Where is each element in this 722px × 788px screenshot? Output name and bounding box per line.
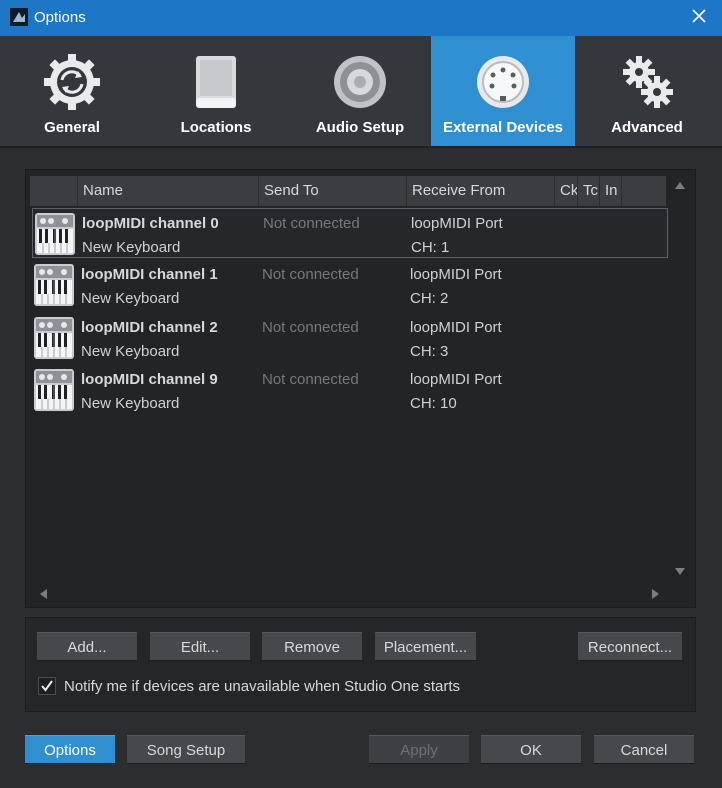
- send-to-value: Not connected: [263, 215, 360, 232]
- column-name[interactable]: Name: [78, 176, 259, 206]
- device-name: loopMIDI channel 9: [81, 371, 218, 388]
- reconnect-button[interactable]: Reconnect...: [578, 632, 682, 661]
- gears-icon: [623, 56, 673, 108]
- tab-label: General: [44, 119, 100, 136]
- device-name: loopMIDI channel 1: [81, 266, 218, 283]
- column-in[interactable]: In: [600, 176, 622, 206]
- tab-label: Advanced: [611, 119, 683, 136]
- channel-value: CH: 3: [410, 343, 449, 360]
- keyboard-device-icon: [34, 264, 74, 306]
- scroll-right-icon[interactable]: [651, 588, 661, 600]
- edit-button[interactable]: Edit...: [150, 632, 250, 661]
- checkmark-icon: [41, 680, 53, 692]
- tab-locations[interactable]: Locations: [144, 36, 288, 146]
- scroll-left-icon[interactable]: [38, 588, 48, 600]
- device-model: New Keyboard: [82, 239, 181, 256]
- sync-gear-icon: [44, 54, 100, 110]
- tab-label: Audio Setup: [315, 119, 405, 136]
- device-list[interactable]: Name Send To Receive From Ck Tc In loopM…: [25, 169, 696, 608]
- midi-port-icon: [477, 56, 529, 108]
- table-row[interactable]: loopMIDI channel 2 New Keyboard Not conn…: [32, 313, 668, 363]
- window-title: Options: [34, 9, 86, 26]
- table-row[interactable]: loopMIDI channel 9 New Keyboard Not conn…: [32, 365, 668, 415]
- receive-from-value: loopMIDI Port: [410, 371, 502, 388]
- drive-icon: [196, 56, 236, 108]
- send-to-value: Not connected: [262, 319, 359, 336]
- send-to-value: Not connected: [262, 371, 359, 388]
- remove-button[interactable]: Remove: [262, 632, 362, 661]
- column-tc[interactable]: Tc: [578, 176, 600, 206]
- column-spacer: [622, 176, 666, 206]
- ok-button[interactable]: OK: [481, 735, 581, 764]
- tab-label: Locations: [180, 119, 252, 136]
- channel-value: CH: 1: [411, 239, 450, 256]
- tab-external-devices[interactable]: External Devices: [431, 36, 575, 146]
- column-receive-from[interactable]: Receive From: [407, 176, 555, 206]
- tab-audio-setup[interactable]: Audio Setup: [288, 36, 432, 146]
- channel-value: CH: 2: [410, 290, 449, 307]
- close-icon[interactable]: [690, 7, 708, 25]
- device-model: New Keyboard: [81, 290, 180, 307]
- device-name: loopMIDI channel 2: [81, 319, 218, 336]
- column-send-to[interactable]: Send To: [259, 176, 407, 206]
- apply-button[interactable]: Apply: [369, 735, 469, 764]
- add-button[interactable]: Add...: [37, 632, 137, 661]
- cancel-button[interactable]: Cancel: [594, 735, 694, 764]
- keyboard-device-icon: [34, 317, 74, 359]
- receive-from-value: loopMIDI Port: [410, 266, 502, 283]
- title-bar: Options: [0, 0, 722, 36]
- notify-label: Notify me if devices are unavailable whe…: [64, 678, 461, 695]
- keyboard-device-icon: [34, 369, 74, 411]
- column-ck[interactable]: Ck: [555, 176, 578, 206]
- tab-label: External Devices: [442, 119, 564, 136]
- keyboard-device-icon: [35, 213, 75, 255]
- device-model: New Keyboard: [81, 395, 180, 412]
- table-row[interactable]: loopMIDI channel 1 New Keyboard Not conn…: [32, 260, 668, 310]
- speaker-icon: [334, 56, 386, 108]
- send-to-value: Not connected: [262, 266, 359, 283]
- scroll-up-icon[interactable]: [674, 180, 686, 190]
- placement-button[interactable]: Placement...: [375, 632, 476, 661]
- device-list-header: Name Send To Receive From Ck Tc In: [30, 176, 666, 206]
- device-name: loopMIDI channel 0: [82, 215, 219, 232]
- device-model: New Keyboard: [81, 343, 180, 360]
- studio-one-app-icon: [10, 8, 28, 26]
- channel-value: CH: 10: [410, 395, 457, 412]
- options-button[interactable]: Options: [25, 735, 115, 764]
- song-setup-button[interactable]: Song Setup: [127, 735, 245, 764]
- column-icon: [30, 176, 78, 206]
- options-tab-strip: General Locations Audio Setup External D…: [0, 36, 722, 146]
- tab-advanced[interactable]: Advanced: [575, 36, 719, 146]
- receive-from-value: loopMIDI Port: [410, 319, 502, 336]
- tab-general[interactable]: General: [0, 36, 144, 146]
- scroll-down-icon[interactable]: [674, 567, 686, 577]
- table-row[interactable]: loopMIDI channel 0 New Keyboard Not conn…: [32, 208, 668, 258]
- receive-from-value: loopMIDI Port: [411, 215, 503, 232]
- notify-checkbox[interactable]: [38, 677, 56, 695]
